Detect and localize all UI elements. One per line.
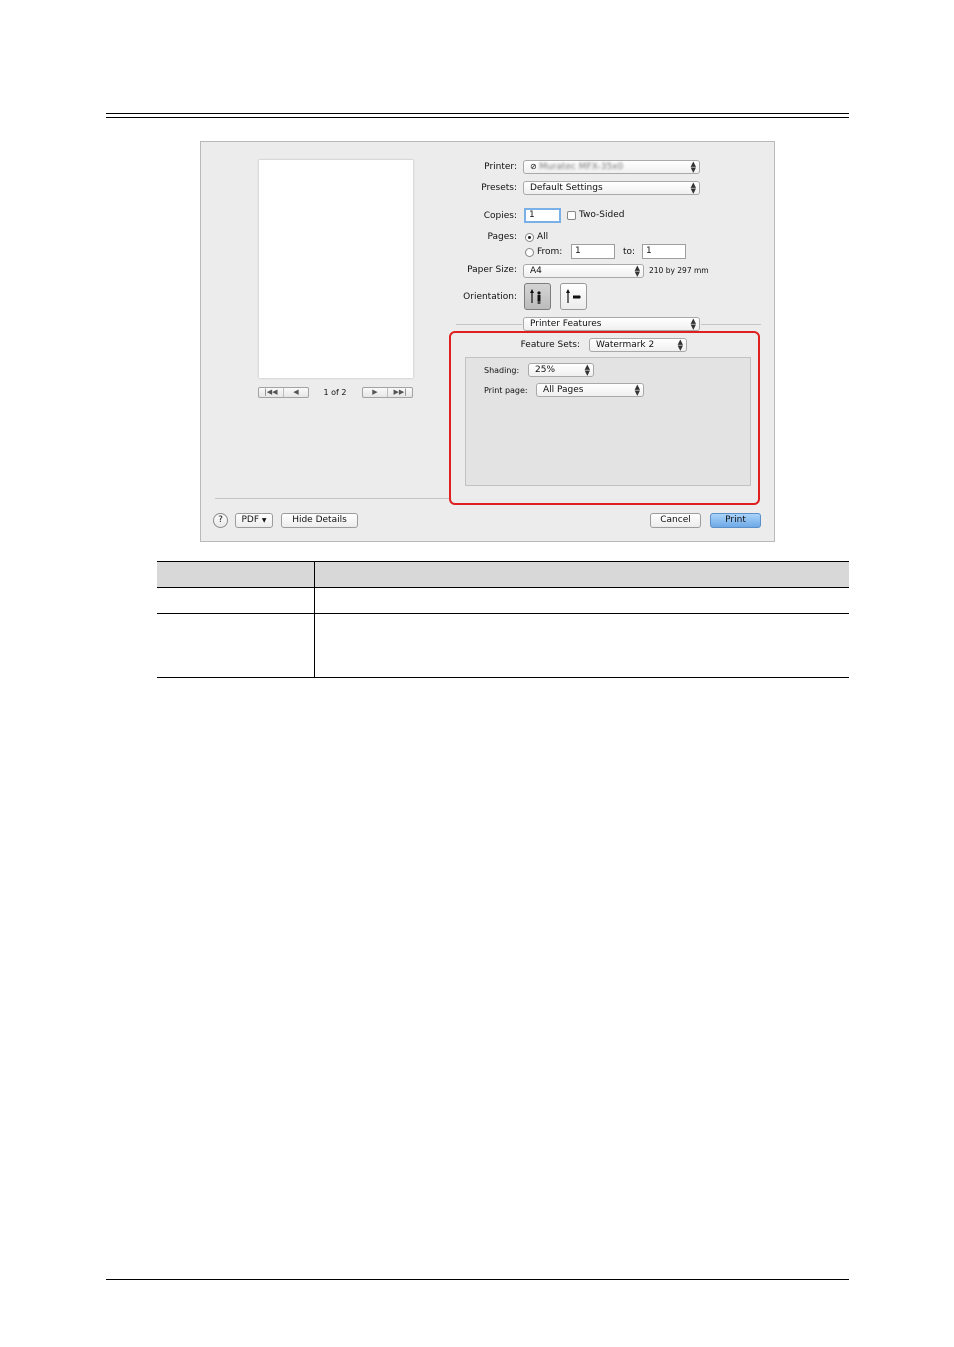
paper-dimensions: 210 by 297 mm (649, 266, 709, 275)
pdf-menu-button[interactable]: PDF ▼ (235, 513, 273, 528)
feature-sets-label: Feature Sets: (520, 340, 580, 350)
next-page-icon[interactable]: ▶ (363, 388, 387, 397)
portrait-orientation-button[interactable] (524, 283, 551, 310)
pages-all-radio[interactable] (525, 233, 534, 242)
portrait-icon (530, 289, 541, 304)
section-popup[interactable]: Printer Features ▲ ▼ (523, 317, 700, 331)
section-divider-left (456, 324, 522, 325)
next-nav-buttons[interactable]: ▶ ▶▶| (362, 387, 413, 398)
pages-from-label: From: (537, 247, 563, 257)
first-page-icon[interactable]: |◀◀ (259, 388, 283, 397)
landscape-orientation-button[interactable] (560, 283, 587, 310)
top-rule (106, 113, 849, 114)
orientation-label: Orientation: (463, 292, 517, 302)
paper-size-label: Paper Size: (467, 265, 517, 275)
print-page-popup[interactable]: All Pages ▲ ▼ (536, 383, 644, 397)
table-header-cell (157, 561, 315, 588)
popup-arrows-icon: ▲ ▼ (690, 160, 696, 174)
pages-all-label: All (537, 232, 549, 242)
reference-table (157, 561, 849, 678)
pages-to-label: to: (623, 247, 636, 257)
printer-label: Printer: (484, 162, 517, 172)
copies-label: Copies: (483, 211, 517, 221)
presets-label: Presets: (481, 183, 517, 193)
table-header-cell (314, 561, 849, 588)
print-dialog: |◀◀ ◀ 1 of 2 ▶ ▶▶| Printer: ⊘ Muratec MF… (200, 141, 775, 542)
printer-popup[interactable]: ⊘ Muratec MFX-35x0 ▲ ▼ (523, 160, 700, 174)
table-cell (314, 587, 849, 614)
paper-size-value: A4 (530, 266, 542, 276)
previous-page-icon[interactable]: ◀ (283, 388, 308, 397)
shading-value: 25% (535, 365, 556, 375)
table-row (157, 587, 849, 614)
table-cell (314, 613, 849, 678)
cancel-button[interactable]: Cancel (650, 513, 701, 528)
print-page-value: All Pages (543, 385, 584, 395)
pages-label: Pages: (487, 232, 517, 242)
feature-sets-value: Watermark 2 (596, 340, 655, 350)
shading-label: Shading: (484, 366, 520, 375)
landscape-icon (566, 289, 581, 303)
table-cell (157, 587, 315, 614)
popup-arrows-icon: ▲ ▼ (634, 264, 640, 278)
chevron-down-icon: ▼ (261, 517, 267, 524)
two-sided-label: Two-Sided (579, 210, 625, 220)
popup-arrows-icon: ▲ ▼ (677, 338, 683, 352)
paper-size-popup[interactable]: A4 ▲ ▼ (523, 264, 644, 278)
print-button[interactable]: Print (710, 513, 761, 528)
print-page-label: Print page: (484, 386, 528, 395)
section-popup-value: Printer Features (530, 319, 602, 329)
table-cell (157, 613, 315, 678)
page-indicator: 1 of 2 (323, 388, 347, 397)
popup-arrows-icon: ▲ ▼ (690, 317, 696, 331)
presets-popup[interactable]: Default Settings ▲ ▼ (523, 181, 700, 195)
feature-sets-popup[interactable]: Watermark 2 ▲ ▼ (589, 338, 687, 352)
popup-arrows-icon: ▲ ▼ (690, 181, 696, 195)
shading-popup[interactable]: 25% ▲ ▼ (528, 363, 594, 377)
printer-name: Muratec MFX-35x0 (539, 162, 624, 172)
two-sided-checkbox[interactable] (567, 211, 576, 220)
table-header-row (157, 561, 849, 588)
pages-to-field[interactable]: 1 (642, 244, 686, 259)
page-preview (259, 160, 413, 378)
presets-value: Default Settings (530, 183, 603, 193)
pages-from-field[interactable]: 1 (571, 244, 615, 259)
copies-field[interactable]: 1 (524, 208, 561, 223)
section-divider-right (701, 324, 761, 325)
prev-nav-buttons[interactable]: |◀◀ ◀ (258, 387, 309, 398)
printer-status-icon: ⊘ (530, 162, 540, 171)
top-rule-2 (106, 117, 849, 118)
last-page-icon[interactable]: ▶▶| (387, 388, 412, 397)
hide-details-button[interactable]: Hide Details (281, 513, 358, 528)
popup-arrows-icon: ▲ ▼ (584, 363, 590, 377)
help-button[interactable]: ? (213, 513, 228, 528)
footer-divider (215, 498, 449, 499)
pdf-label: PDF (241, 515, 260, 525)
table-row (157, 613, 849, 678)
bottom-rule (106, 1279, 849, 1280)
feature-options-panel (465, 357, 751, 486)
pages-from-radio[interactable] (525, 248, 534, 257)
popup-arrows-icon: ▲ ▼ (634, 383, 640, 397)
